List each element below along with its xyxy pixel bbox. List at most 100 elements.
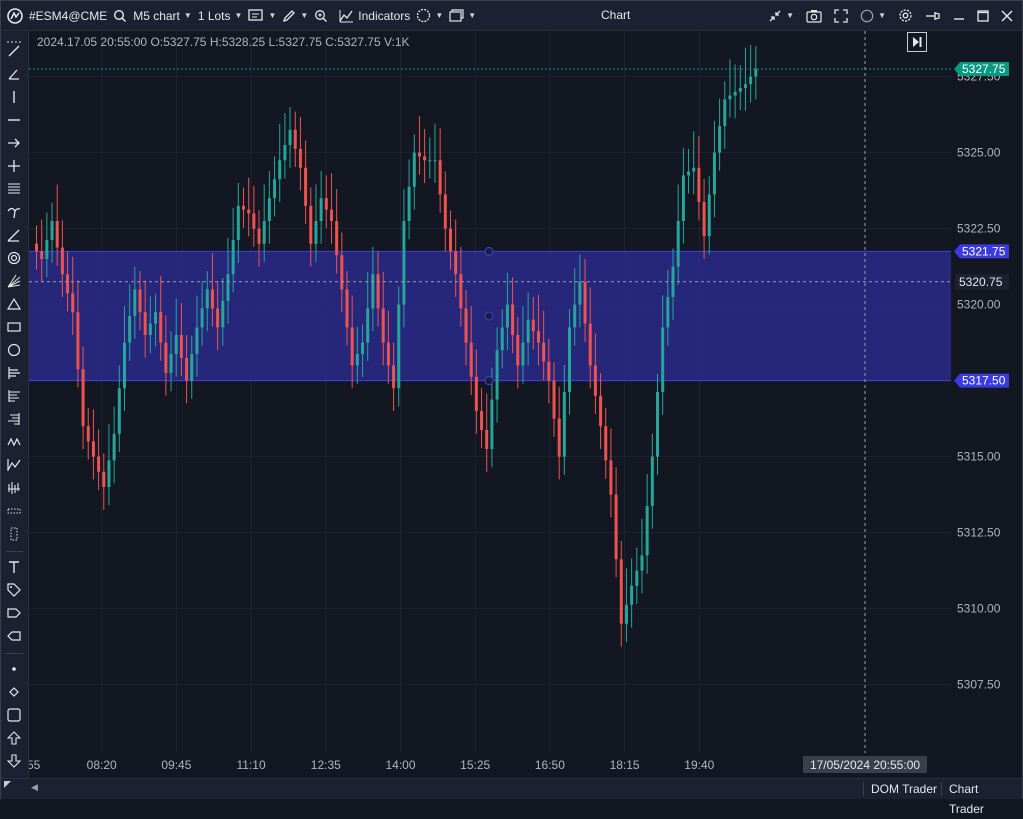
- text-tool-icon[interactable]: [5, 558, 23, 576]
- cycle-lines-icon[interactable]: [5, 479, 23, 497]
- candle-body: [345, 289, 349, 328]
- timeframe-dropdown[interactable]: M5 chart ▼: [130, 1, 195, 30]
- candle-body: [630, 585, 634, 605]
- y-tick-label: 5307.50: [957, 678, 1001, 692]
- windows-icon[interactable]: ▼: [446, 1, 479, 30]
- lots-dropdown[interactable]: 1 Lots ▼: [195, 1, 246, 30]
- crosshair-icon[interactable]: [5, 157, 23, 175]
- candle-body: [438, 160, 442, 195]
- square-marker-icon[interactable]: [5, 706, 23, 724]
- candle-body: [35, 243, 38, 252]
- dot-marker-icon[interactable]: [5, 660, 23, 678]
- collapse-icon[interactable]: ▼: [763, 1, 799, 30]
- angle-line-icon[interactable]: [5, 65, 23, 83]
- symbol-selector[interactable]: #ESM4@CME: [26, 1, 110, 30]
- candle-body: [656, 392, 659, 457]
- window-title: Chart: [601, 8, 631, 22]
- pitchfork-icon[interactable]: [5, 364, 23, 382]
- parallel-lines-icon[interactable]: [5, 180, 23, 198]
- chart-type-dropdown[interactable]: ▼: [245, 1, 279, 30]
- candle-body: [588, 323, 592, 366]
- fullscreen-icon[interactable]: [829, 1, 853, 30]
- camera-icon[interactable]: [801, 1, 827, 30]
- candle-body: [547, 361, 551, 381]
- y-tick-label: 5322.50: [957, 222, 1001, 236]
- candle-body: [66, 274, 70, 294]
- zone-handle: [484, 311, 494, 321]
- candle-body: [635, 570, 639, 586]
- timeframe-label: M5 chart: [133, 8, 180, 23]
- drawing-toolbar: [1, 31, 29, 781]
- candle-body: [733, 91, 737, 96]
- candle-body: [552, 380, 556, 419]
- y-tick-label: 5315.00: [957, 450, 1001, 464]
- vertical-line-icon[interactable]: [5, 88, 23, 106]
- price-range-icon[interactable]: [5, 525, 23, 543]
- candle-body: [257, 228, 261, 244]
- templates-icon[interactable]: ▼: [413, 1, 446, 30]
- candle-body: [723, 99, 727, 126]
- candle-body: [148, 323, 152, 335]
- close-icon[interactable]: [996, 1, 1018, 30]
- date-range-icon[interactable]: [5, 502, 23, 520]
- speed-lines-icon[interactable]: [5, 410, 23, 428]
- candle-body: [738, 88, 742, 92]
- candle-body: [485, 430, 489, 449]
- drawing-tools-dropdown[interactable]: ▼: [279, 1, 311, 30]
- candle-body: [593, 365, 597, 396]
- fib-retracement-icon[interactable]: [5, 226, 23, 244]
- callout-icon[interactable]: [5, 627, 23, 645]
- indicators-button[interactable]: Indicators: [331, 1, 413, 30]
- zoom-in-icon[interactable]: [311, 1, 331, 30]
- price-chart[interactable]: 5327.505325.005322.505320.005317.505315.…: [29, 31, 1022, 778]
- triangle-icon[interactable]: [5, 295, 23, 313]
- magnifier-tool-icon[interactable]: [5, 249, 23, 267]
- x-tick-label: 08:20: [87, 758, 117, 772]
- corner-resize-icon[interactable]: [4, 781, 11, 788]
- candle-body: [91, 441, 95, 457]
- dom-trader-button[interactable]: DOM Trader: [863, 779, 945, 799]
- rectangle-icon[interactable]: [5, 318, 23, 336]
- tag-icon[interactable]: [5, 581, 23, 599]
- horizontal-line-icon[interactable]: [5, 111, 23, 129]
- search-icon[interactable]: [110, 1, 130, 30]
- arrow-line-icon[interactable]: [5, 134, 23, 152]
- candle-body: [412, 152, 416, 187]
- pin-icon[interactable]: [920, 1, 946, 30]
- candle-body: [609, 460, 613, 495]
- candle-body: [164, 342, 168, 373]
- candle-body: [521, 342, 525, 366]
- ellipse-icon[interactable]: [5, 341, 23, 359]
- curve-tool-icon[interactable]: [5, 203, 23, 221]
- settings-gear-icon[interactable]: [893, 1, 918, 30]
- chart-background: [29, 31, 1022, 778]
- maximize-icon[interactable]: [972, 1, 994, 30]
- elliott-wave-icon[interactable]: [5, 456, 23, 474]
- x-tick-label: 12:35: [311, 758, 341, 772]
- candle-body: [407, 186, 411, 221]
- gann-fan-icon[interactable]: [5, 272, 23, 290]
- minimize-icon[interactable]: [948, 1, 970, 30]
- candle-body: [749, 76, 753, 85]
- trend-line-icon[interactable]: [5, 42, 23, 60]
- candle-body: [536, 331, 540, 343]
- candle-body: [242, 205, 245, 210]
- chevron-down-icon: ▼: [878, 11, 886, 20]
- candle-body: [495, 350, 499, 400]
- chart-trader-button[interactable]: Chart Trader: [941, 779, 1022, 816]
- xabcd-pattern-icon[interactable]: [5, 433, 23, 451]
- scroll-to-end-button[interactable]: [907, 32, 927, 52]
- scroll-left-icon[interactable]: ◀: [31, 782, 38, 793]
- arrow-up-icon[interactable]: [5, 729, 23, 747]
- diamond-marker-icon[interactable]: [5, 683, 23, 701]
- color-theme-icon[interactable]: ▼: [855, 1, 891, 30]
- toolbar-divider: [5, 551, 23, 552]
- candle-body: [138, 289, 142, 313]
- toolbar-divider: [5, 653, 23, 654]
- price-label-icon[interactable]: [5, 604, 23, 622]
- candle-body: [459, 274, 463, 309]
- pitchfork-alt-icon[interactable]: [5, 387, 23, 405]
- candle-body: [200, 308, 204, 328]
- candle-body: [505, 304, 509, 328]
- arrow-down-icon[interactable]: [5, 752, 23, 770]
